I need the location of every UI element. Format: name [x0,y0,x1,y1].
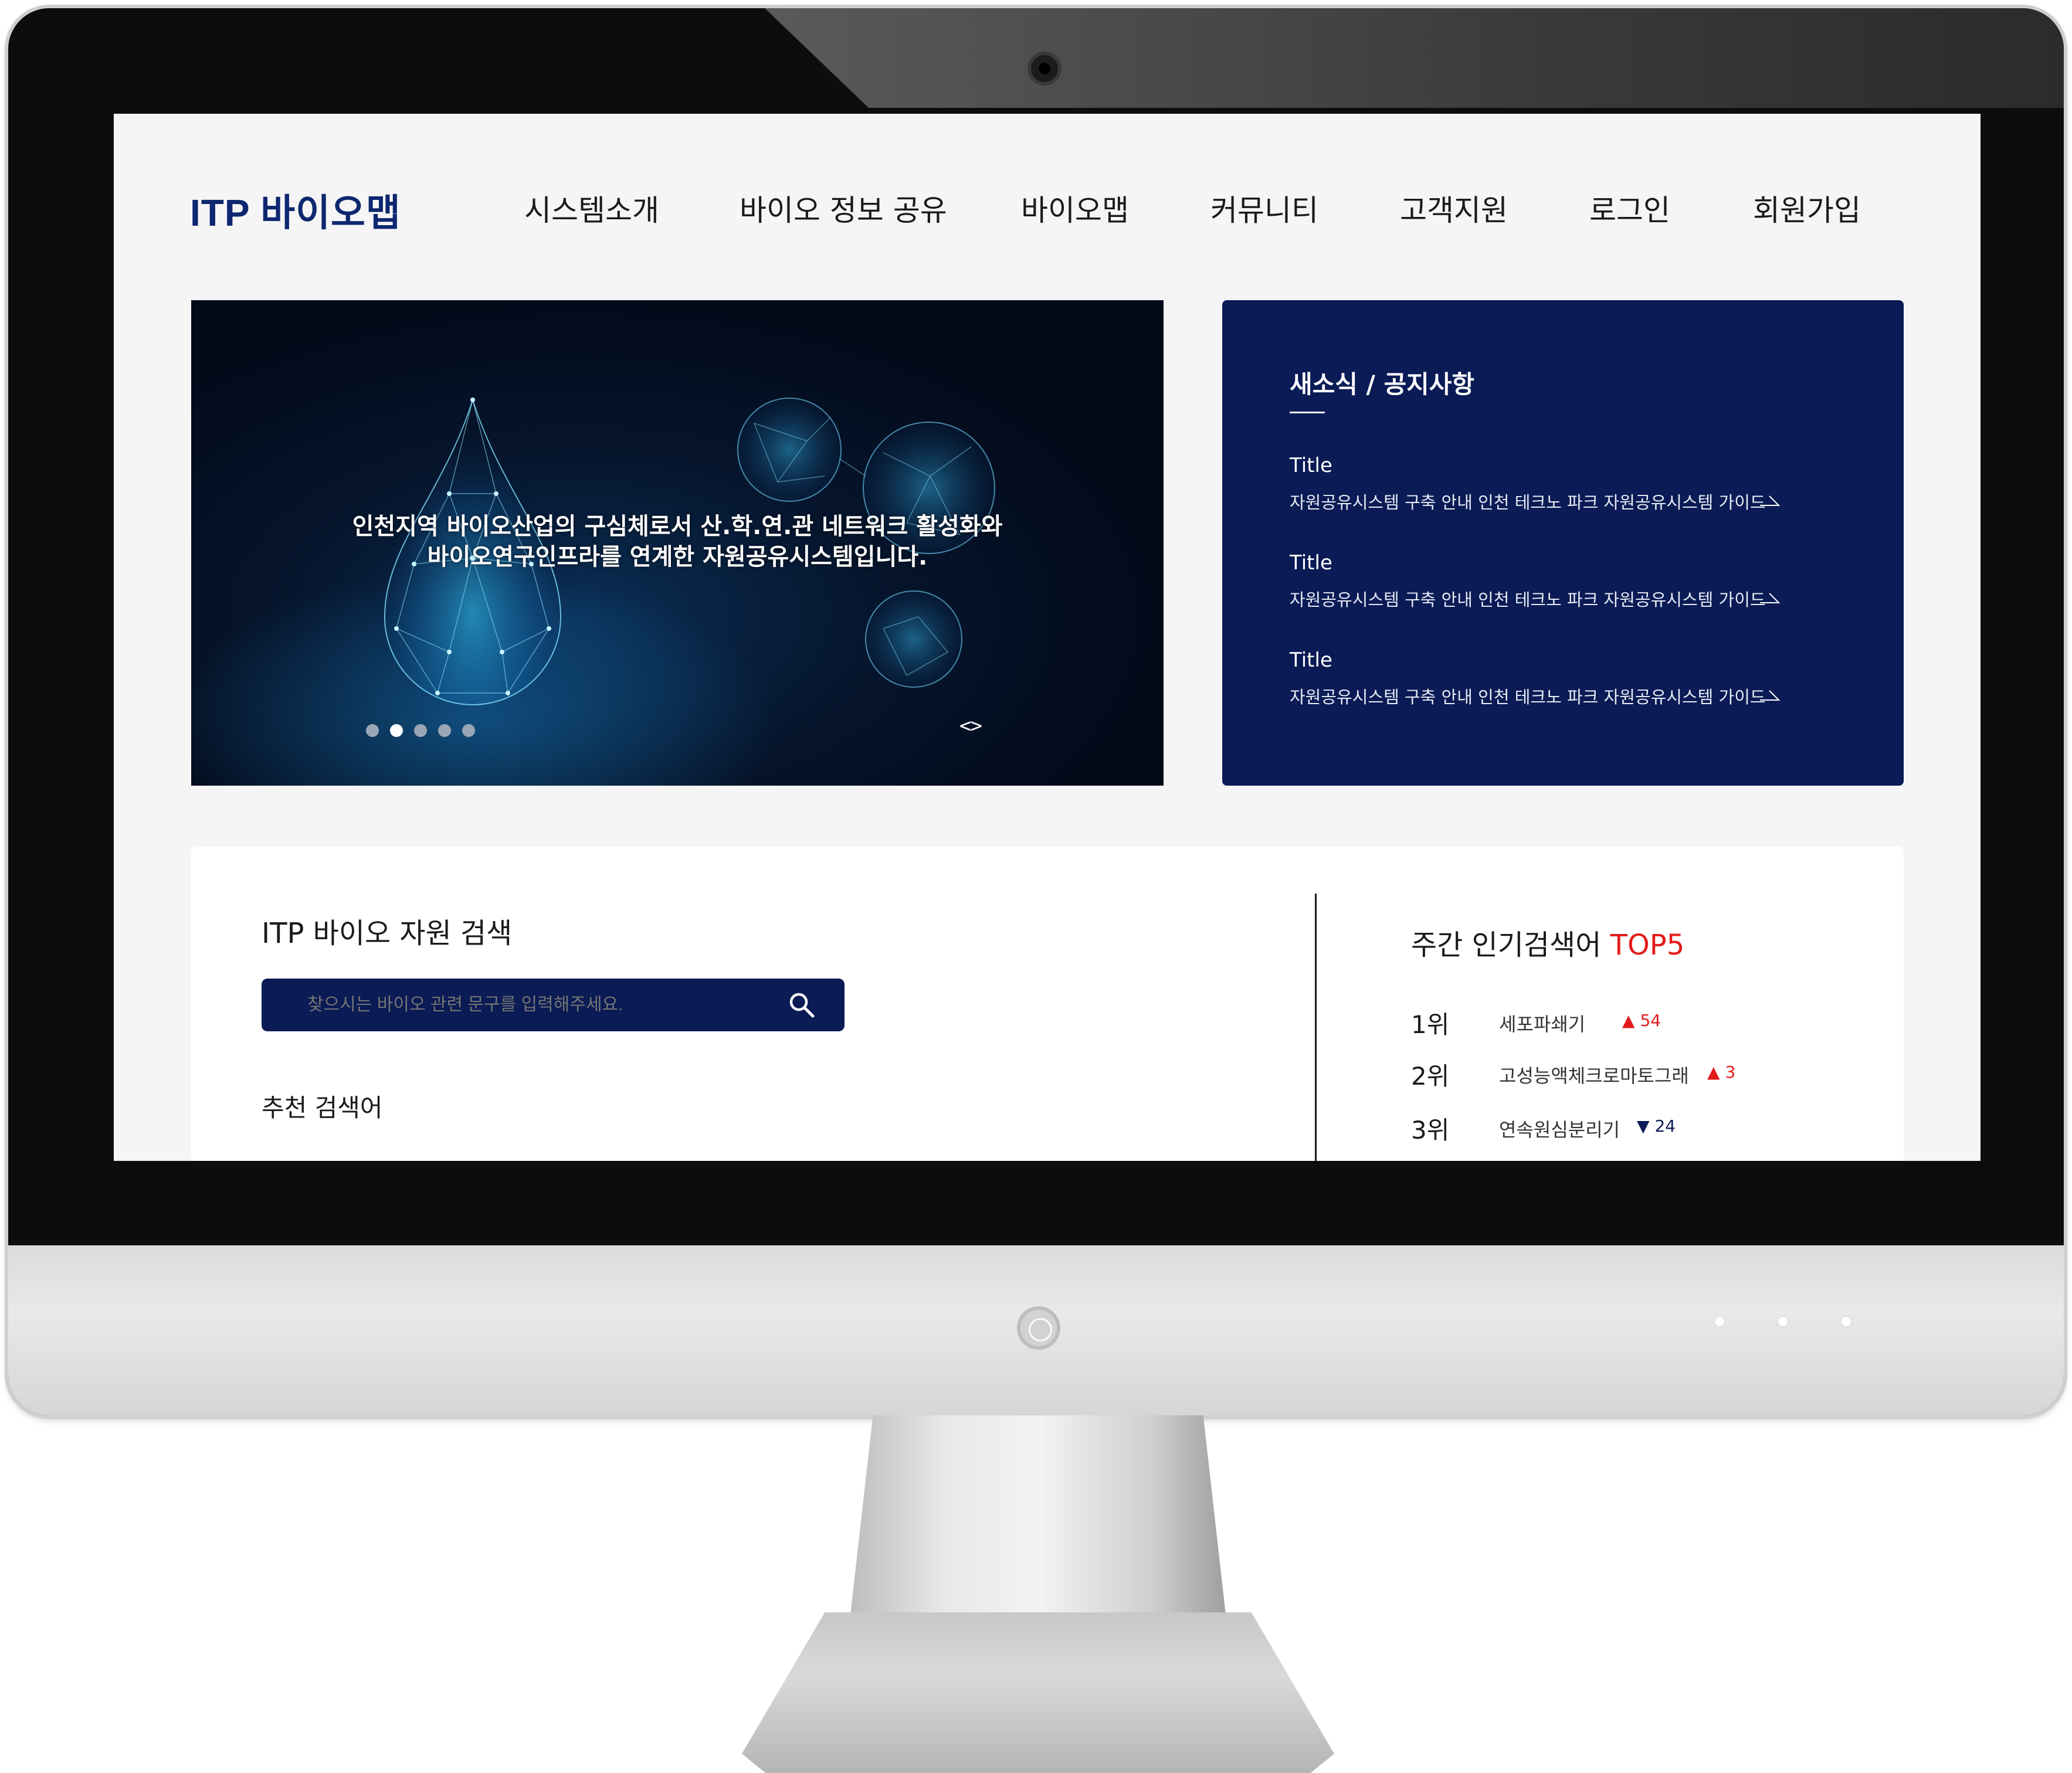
search-bar[interactable] [262,979,845,1031]
arrow-right-icon[interactable] [1759,492,1780,507]
nav-item-signup[interactable]: 회원가입 [1753,187,1861,229]
slide-dot-4[interactable] [438,724,451,737]
site-logo[interactable]: ITP 바이오맵 [190,183,401,237]
slide-dot-5[interactable] [462,724,475,737]
nav-item-login[interactable]: 로그인 [1589,187,1670,229]
search-title: ITP 바이오 자원 검색 [262,917,513,950]
rank-number: 2위 [1411,1062,1450,1091]
screen: ITP 바이오맵 시스템소개 바이오 정보 공유 바이오맵 커뮤니티 고객지원 … [114,114,1981,1161]
top5-title-prefix: 주간 인기검색어 [1411,929,1610,962]
slide-dot-3[interactable] [414,724,427,737]
monitor-stand-base [742,1612,1334,1773]
nav-item-support[interactable]: 고객지원 [1400,187,1508,229]
news-panel: 새소식 / 공지사항 Title 자원공유시스템 구축 안내 인천 테크노 파크… [1222,300,1904,786]
slide-dot-2[interactable] [390,724,403,737]
nav-item-biomap[interactable]: 바이오맵 [1021,187,1129,229]
rank-number: 3위 [1411,1116,1450,1144]
recommended-title: 추천 검색어 [262,1093,383,1122]
nav-item-bio-info-share[interactable]: 바이오 정보 공유 [740,187,947,229]
nav-item-system-intro[interactable]: 시스템소개 [524,187,659,229]
rank-term[interactable]: 고성능액체크로마토그래 [1499,1061,1689,1088]
rank-change-value: 54 [1640,1011,1661,1030]
rank-row-1[interactable]: 1위 세포파쇄기 ▲ 54 [1411,1005,1822,1040]
rank-row-3[interactable]: 3위 연속원심분리기 ▼ 24 [1411,1110,1822,1146]
indicator-dot [1842,1317,1851,1326]
search-input[interactable] [307,979,765,1031]
rank-change: ▲ 54 [1622,1011,1661,1030]
hero-caption: 인천지역 바이오산업의 구심체로서 산.학.연.관 네트워크 활성화와 바이오연… [191,511,1164,572]
news-item-desc[interactable]: 자원공유시스템 구축 안내 인천 테크노 파크 자원공유시스템 가이드 [1290,684,1766,708]
rank-up-icon: ▲ [1622,1011,1635,1030]
news-item-title[interactable]: Title [1290,454,1332,477]
rank-number: 1위 [1411,1010,1450,1039]
rank-term[interactable]: 연속원심분리기 [1499,1115,1620,1142]
section-divider [1315,894,1317,1161]
hero-slider[interactable]: 인천지역 바이오산업의 구심체로서 산.학.연.관 네트워크 활성화와 바이오연… [191,300,1164,786]
top5-title-accent: TOP5 [1610,929,1685,962]
indicator-dot [1715,1317,1724,1326]
slide-dot-1[interactable] [366,724,379,737]
webcam-icon [1027,52,1062,86]
rank-change-value: 3 [1725,1062,1736,1082]
hero-caption-line2: 바이오연구인프라를 연계한 자원공유시스템입니다. [427,544,928,570]
monitor-stand-neck [850,1415,1226,1615]
news-item-desc[interactable]: 자원공유시스템 구축 안내 인천 테크노 파크 자원공유시스템 가이드 [1290,586,1766,611]
news-item-desc[interactable]: 자원공유시스템 구축 안내 인천 테크노 파크 자원공유시스템 가이드 [1290,489,1766,514]
arrow-right-icon[interactable] [1759,687,1780,701]
rank-row-2[interactable]: 2위 고성능액체크로마토그래 ▲ 3 [1411,1057,1822,1092]
monitor-chin [8,1245,2064,1415]
bezel-glare [765,8,2064,108]
rank-up-icon: ▲ [1707,1062,1720,1082]
search-section: ITP 바이오 자원 검색 추천 검색어 주간 인기검색어 TOP5 1위 세포… [191,847,1904,1161]
search-icon[interactable] [788,991,815,1018]
news-item-title[interactable]: Title [1290,551,1332,575]
rank-change: ▼ 24 [1637,1116,1676,1136]
news-title-underline [1290,412,1325,413]
arrow-right-icon[interactable] [1759,590,1780,604]
monitor-bezel: ITP 바이오맵 시스템소개 바이오 정보 공유 바이오맵 커뮤니티 고객지원 … [8,8,2064,1245]
news-panel-title: 새소식 / 공지사항 [1290,370,1475,399]
nav-item-community[interactable]: 커뮤니티 [1210,187,1318,229]
rank-term[interactable]: 세포파쇄기 [1499,1010,1585,1037]
top5-title: 주간 인기검색어 TOP5 [1411,922,1684,963]
indicator-dot [1778,1317,1788,1326]
rank-change: ▲ 3 [1707,1062,1735,1082]
hero-caption-line1: 인천지역 바이오산업의 구심체로서 산.학.연.관 네트워크 활성화와 [352,513,1003,540]
power-button-icon[interactable] [1017,1306,1060,1350]
rank-down-icon: ▼ [1637,1116,1650,1136]
slider-arrows[interactable]: <> [959,714,982,738]
monitor-frame: ITP 바이오맵 시스템소개 바이오 정보 공유 바이오맵 커뮤니티 고객지원 … [8,8,2064,1415]
rank-change-value: 24 [1654,1116,1676,1136]
news-item-title[interactable]: Title [1290,648,1332,672]
